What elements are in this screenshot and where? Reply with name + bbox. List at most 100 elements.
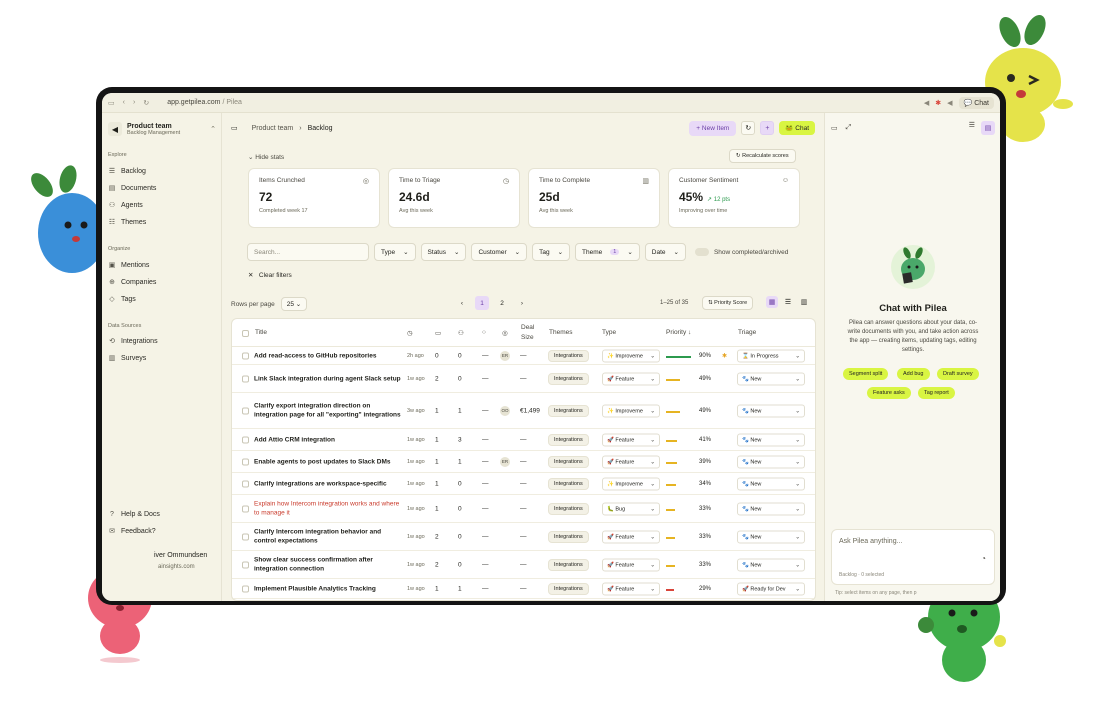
back-icon[interactable]: ‹	[123, 99, 125, 106]
table-row[interactable]: Implement Plausible Analytics Tracking 1w…	[232, 579, 815, 599]
row-triage-select[interactable]: 🐾 New ⌄	[737, 530, 805, 543]
row-triage-select[interactable]: 🐾 New ⌄	[737, 455, 805, 468]
expand-icon[interactable]: ⤢	[846, 124, 852, 132]
send-icon[interactable]: ◔	[981, 554, 986, 563]
suggestion-feature-asks[interactable]: Feature asks	[867, 387, 911, 399]
table-row[interactable]: Add read-access to GitHub repositories 2h…	[232, 347, 815, 365]
table-row[interactable]: Enable agents to post updates to Slack D…	[232, 451, 815, 473]
rows-per-page-select[interactable]: 25 ⌄	[280, 297, 308, 311]
list-icon[interactable]: ☰	[969, 121, 975, 135]
row-theme-chip[interactable]: Integrations	[548, 404, 589, 417]
row-triage-select[interactable]: 🐾 New ⌄	[737, 477, 805, 490]
row-checkbox[interactable]	[242, 480, 249, 487]
show-completed-toggle[interactable]	[694, 248, 709, 256]
chat-icon[interactable]: ▤	[981, 121, 995, 135]
list-view-icon[interactable]: ☰	[782, 296, 794, 308]
row-theme-chip[interactable]: Integrations	[548, 530, 589, 543]
row-triage-select[interactable]: 🐾 New ⌄	[737, 558, 805, 571]
filter-status[interactable]: Status ⌄	[420, 243, 467, 261]
row-triage-select[interactable]: 🐾 New ⌄	[737, 433, 805, 446]
row-type-select[interactable]: 🐛 Bug ⌄	[602, 502, 660, 515]
row-title[interactable]: Explain how Intercom integration works a…	[254, 499, 404, 518]
search-input[interactable]: Search...	[247, 243, 369, 261]
filter-type[interactable]: Type ⌄	[374, 243, 416, 261]
header-deal[interactable]: Deal	[521, 324, 534, 331]
row-triage-select[interactable]: ⌛ In Progress ⌄	[737, 349, 805, 362]
extension-arrow-icon[interactable]: ◀	[947, 99, 952, 107]
sidebar-item-backlog[interactable]: ☰ Backlog	[106, 164, 218, 178]
filter-customer[interactable]: Customer ⌄	[471, 243, 528, 261]
row-checkbox[interactable]	[242, 585, 249, 592]
prev-page-button[interactable]: ‹	[455, 296, 469, 310]
suggestion-add-bug[interactable]: Add bug	[897, 368, 930, 380]
row-type-select[interactable]: 🚀 Feature ⌄	[602, 455, 660, 468]
add-icon[interactable]: +	[760, 121, 775, 135]
extension-star-icon[interactable]: ✱	[935, 99, 941, 107]
sidebar-item-mentions[interactable]: ▣ Mentions	[106, 258, 218, 272]
row-title[interactable]: Add Attio CRM integration	[254, 435, 404, 445]
help-docs-link[interactable]: ? Help & Docs	[106, 507, 218, 521]
sidebar-item-documents[interactable]: ▤ Documents	[106, 181, 218, 195]
row-theme-chip[interactable]: Integrations	[548, 349, 589, 362]
panel-toggle-icon[interactable]: ▭	[231, 124, 238, 132]
table-row[interactable]: Add Attio CRM integration 1w ago 1 3 — — Integ…	[232, 429, 815, 451]
url-bar[interactable]: app.getpilea.com / Pilea	[167, 99, 242, 106]
row-triage-select[interactable]: 🐾 New ⌄	[737, 404, 805, 417]
table-row[interactable]: Clarify integrations are workspace-speci…	[232, 473, 815, 495]
new-item-button[interactable]: + New Item	[689, 120, 737, 136]
suggestion-draft-survey[interactable]: Draft survey	[937, 368, 979, 380]
filter-tag[interactable]: Tag ⌄	[532, 243, 571, 261]
row-checkbox[interactable]	[242, 505, 249, 512]
row-theme-chip[interactable]: Integrations	[548, 582, 589, 595]
panel-layout-icon[interactable]: ▭	[831, 124, 838, 132]
breadcrumb-root[interactable]: Product team	[252, 125, 294, 132]
row-checkbox[interactable]	[242, 458, 249, 465]
header-triage[interactable]: Triage	[738, 329, 756, 336]
row-checkbox[interactable]	[242, 561, 249, 568]
row-checkbox[interactable]	[242, 352, 249, 359]
reload-icon[interactable]: ↻	[143, 99, 149, 107]
sidebar-item-integrations[interactable]: ⟲ Integrations	[106, 334, 218, 348]
row-triage-select[interactable]: 🚀 Ready for Dev ⌄	[737, 582, 805, 595]
feedback-link[interactable]: ✉ Feedback?	[106, 524, 218, 538]
filter-theme[interactable]: Theme 1 ⌄	[575, 243, 640, 261]
row-type-select[interactable]: 🚀 Feature ⌄	[602, 433, 660, 446]
sidebar-item-agents[interactable]: ⚇ Agents	[106, 198, 218, 212]
row-theme-chip[interactable]: Integrations	[548, 455, 589, 468]
sidebar-item-companies[interactable]: ⊕ Companies	[106, 275, 218, 289]
user-name[interactable]: iver Ommundsen	[154, 552, 207, 559]
row-checkbox[interactable]	[242, 375, 249, 382]
table-row[interactable]: Explain how Intercom integration works a…	[232, 495, 815, 523]
sort-button[interactable]: ⇅ Priority Score	[702, 296, 754, 310]
row-type-select[interactable]: ✨ Improveme ⌄	[602, 404, 660, 417]
chat-input[interactable]: Ask Pilea anything... ◔ Backlog · 0 sele…	[831, 529, 995, 585]
team-switcher[interactable]: ◀ Product team Backlog Management ⌃	[108, 119, 216, 139]
row-title[interactable]: Clarify export integration direction on …	[254, 401, 404, 420]
header-type[interactable]: Type	[602, 329, 616, 336]
board-view-icon[interactable]: ▥	[798, 296, 810, 308]
row-type-select[interactable]: 🚀 Feature ⌄	[602, 558, 660, 571]
table-row[interactable]: Link Slack integration during agent Slac…	[232, 365, 815, 393]
row-checkbox[interactable]	[242, 436, 249, 443]
row-title[interactable]: Implement Plausible Analytics Tracking	[254, 584, 404, 594]
row-type-select[interactable]: ✨ Improveme ⌄	[602, 349, 660, 362]
extension-icon[interactable]: ◀	[924, 99, 929, 107]
table-row[interactable]: Clarify Intercom integration behavior an…	[232, 523, 815, 551]
header-themes[interactable]: Themes	[549, 329, 572, 336]
table-row[interactable]: Show clear success confirmation after in…	[232, 551, 815, 579]
table-row[interactable]: Clarify export integration direction on …	[232, 393, 815, 429]
row-title[interactable]: Clarify Intercom integration behavior an…	[254, 527, 404, 546]
suggestion-segment-split[interactable]: Segment split	[843, 368, 889, 380]
row-title[interactable]: Add read-access to GitHub repositories	[254, 351, 404, 361]
recalculate-scores-button[interactable]: ↻ Recalculate scores	[729, 149, 796, 163]
row-checkbox[interactable]	[242, 533, 249, 540]
row-title[interactable]: Enable agents to post updates to Slack D…	[254, 457, 404, 467]
row-type-select[interactable]: 🚀 Feature ⌄	[602, 530, 660, 543]
hide-stats-toggle[interactable]: ⌄ Hide stats	[248, 153, 284, 161]
browser-chat-button[interactable]: 💬 Chat	[958, 96, 994, 109]
row-theme-chip[interactable]: Integrations	[548, 433, 589, 446]
chat-button[interactable]: 🐸 Chat	[779, 121, 815, 135]
page-1-button[interactable]: 1	[475, 296, 489, 310]
suggestion-tag-report[interactable]: Tag report	[918, 387, 955, 399]
clear-filters-button[interactable]: ✕ Clear filters	[248, 271, 292, 279]
